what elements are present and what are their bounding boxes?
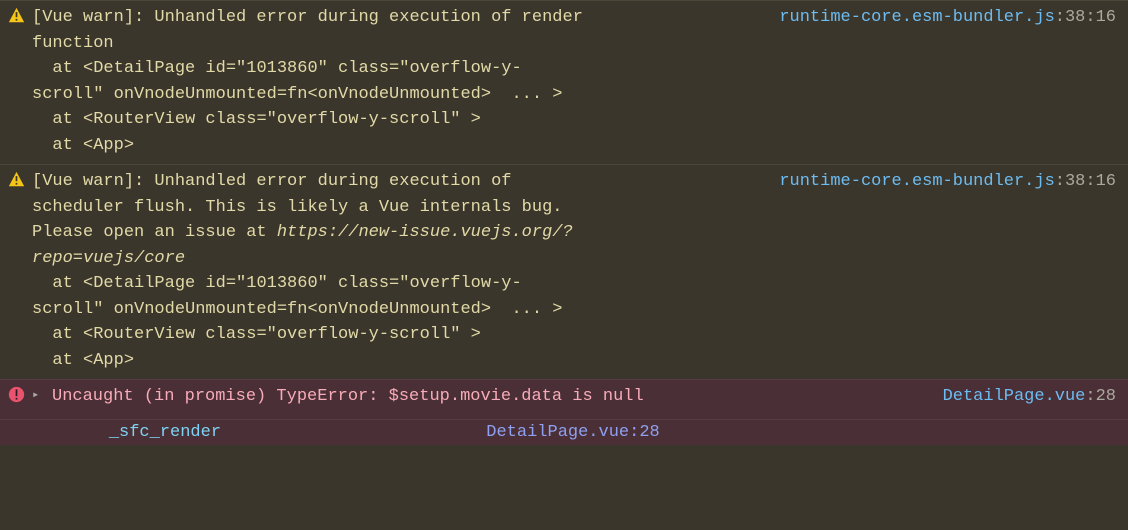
console-warning-entry[interactable]: [Vue warn]: Unhandled error during execu… <box>0 164 1128 379</box>
warning-message: [Vue warn]: Unhandled error during execu… <box>32 169 592 373</box>
error-icon <box>8 384 32 413</box>
console-error-entry[interactable]: ▸ Uncaught (in promise) TypeError: $setu… <box>0 379 1128 419</box>
source-location[interactable]: runtime-core.esm-bundler.js:38:16 <box>592 5 1120 158</box>
stack-function: _sfc_render <box>109 423 221 442</box>
source-location[interactable]: DetailPage.vue:28 <box>644 384 1120 413</box>
expand-toggle-icon[interactable]: ▸ <box>32 384 52 413</box>
warning-icon <box>8 169 32 373</box>
stack-file-link[interactable]: DetailPage.vue:28 <box>486 423 659 442</box>
source-file-link[interactable]: runtime-core.esm-bundler.js <box>779 172 1054 191</box>
source-file-link[interactable]: DetailPage.vue <box>943 387 1086 406</box>
error-message: Uncaught (in promise) TypeError: $setup.… <box>52 384 644 413</box>
error-stack-frame[interactable]: _sfc_render DetailPage.vue:28 <box>0 419 1128 446</box>
source-location[interactable]: runtime-core.esm-bundler.js:38:16 <box>592 169 1120 373</box>
source-file-link[interactable]: runtime-core.esm-bundler.js <box>779 8 1054 27</box>
warning-icon <box>8 5 32 158</box>
warning-message: [Vue warn]: Unhandled error during execu… <box>32 5 592 158</box>
console-warning-entry[interactable]: [Vue warn]: Unhandled error during execu… <box>0 0 1128 164</box>
